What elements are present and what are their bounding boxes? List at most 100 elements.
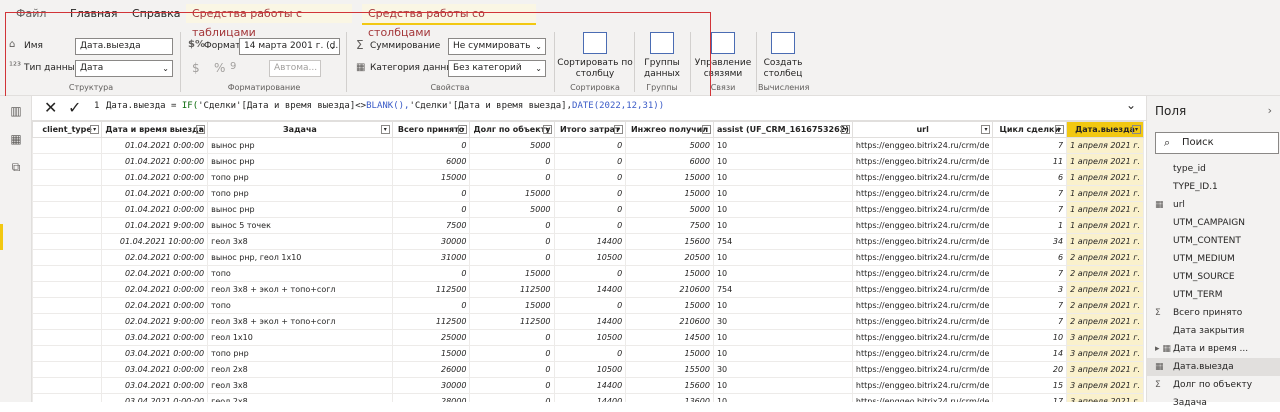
- table-cell: 10: [712, 377, 853, 394]
- table-cell: 1 апреля 2021 г.: [1066, 201, 1144, 218]
- table-row[interactable]: 01.04.2021 9:00:00 вынос 5 точек 7500 0 0 750…: [32, 217, 1144, 234]
- column-header[interactable]: Дата и время выезда ▾: [101, 121, 209, 138]
- table-body: 01.04.2021 0:00:00 вынос рнр 0 5000 0 5000 10 h…: [32, 137, 1144, 402]
- field-item-label: UTM_TERM: [1173, 290, 1223, 300]
- field-item[interactable]: ▸ ▦ Дата и время ...: [1147, 340, 1280, 358]
- column-header[interactable]: url ▾: [851, 121, 994, 138]
- table-row[interactable]: 01.04.2021 0:00:00 вынос рнр 6000 0 0 6000 10 h…: [32, 153, 1144, 170]
- field-item[interactable]: type_id: [1147, 160, 1280, 178]
- field-item[interactable]: UTM_TERM: [1147, 286, 1280, 304]
- table-row[interactable]: 02.04.2021 0:00:00 вынос рнр, геол 1x10 31…: [32, 249, 1144, 266]
- expand-formula-icon[interactable]: ⌄: [1126, 98, 1136, 112]
- table-cell: топо: [207, 297, 393, 314]
- data-view-icon[interactable]: ▦: [8, 132, 24, 148]
- table-cell: геол 1x10: [207, 329, 393, 346]
- column-header[interactable]: Цикл сделки ▾: [992, 121, 1068, 138]
- column-header-label: Долг по объекту: [473, 125, 551, 134]
- field-item-label: TYPE_ID.1: [1173, 182, 1218, 192]
- table-cell: [32, 185, 103, 202]
- filter-dropdown-icon[interactable]: ▾: [981, 125, 991, 134]
- fields-search[interactable]: ⌕ Поиск: [1155, 132, 1279, 154]
- table-cell: 6000: [391, 153, 471, 170]
- filter-dropdown-icon[interactable]: ▾: [196, 125, 206, 134]
- table-row[interactable]: 01.04.2021 0:00:00 вынос рнр 0 5000 0 5000 10 h…: [32, 137, 1144, 154]
- filter-dropdown-icon[interactable]: ▾: [1055, 125, 1065, 134]
- model-view-icon[interactable]: ⧉: [8, 160, 24, 176]
- table-row[interactable]: 03.04.2021 0:00:00 геол 1x10 25000 0 10500 14…: [32, 329, 1144, 346]
- table-row[interactable]: 01.04.2021 0:00:00 топо рнр 0 15000 0 15000 10…: [32, 185, 1144, 202]
- table-cell: 0: [469, 217, 555, 234]
- table-cell: геол 3x8: [207, 377, 393, 394]
- table-cell: 6: [992, 169, 1068, 186]
- table-cell: 7: [992, 265, 1068, 282]
- table-row[interactable]: 01.04.2021 10:00:00 геол 3x8 30000 0 14400 15…: [32, 233, 1144, 250]
- table-row[interactable]: 03.04.2021 0:00:00 геол 3x8 30000 0 14400 156…: [32, 377, 1144, 394]
- table-cell: 0: [553, 345, 627, 362]
- table-cell: 10: [712, 329, 853, 346]
- column-header[interactable]: Дата.выезда ▾: [1066, 121, 1144, 138]
- table-row[interactable]: 01.04.2021 0:00:00 топо рнр 15000 0 0 15000 10…: [32, 169, 1144, 186]
- column-header-label: url: [916, 125, 929, 134]
- table-cell: 1 апреля 2021 г.: [1066, 153, 1144, 170]
- table-cell: [32, 393, 103, 402]
- table-cell: 5000: [625, 201, 714, 218]
- field-item[interactable]: TYPE_ID.1: [1147, 178, 1280, 196]
- table-cell: 10: [712, 153, 853, 170]
- column-header[interactable]: Долг по объекту ▾: [469, 121, 555, 138]
- table-cell: https://enggeo.bitrix24.ru/crm/de: [851, 169, 994, 186]
- table-row[interactable]: 02.04.2021 0:00:00 топо 0 15000 0 15000 10 http…: [32, 265, 1144, 282]
- table-cell: 10: [712, 393, 853, 402]
- column-header[interactable]: Инжгео получил ▾: [625, 121, 714, 138]
- table-row[interactable]: 02.04.2021 0:00:00 топо 0 15000 0 15000 10 http…: [32, 297, 1144, 314]
- filter-dropdown-icon[interactable]: ▾: [1132, 125, 1141, 134]
- formula-input[interactable]: Дата.выезда = IF('Сделки'[Дата и время в…: [106, 101, 664, 111]
- field-item[interactable]: UTM_CONTENT: [1147, 232, 1280, 250]
- table-cell: 3: [992, 281, 1068, 298]
- table-row[interactable]: 02.04.2021 0:00:00 геол 3x8 + экол + топо…: [32, 281, 1144, 298]
- table-cell: 10: [712, 169, 853, 186]
- table-cell: 5000: [469, 137, 555, 154]
- table-cell: [32, 153, 103, 170]
- field-item[interactable]: Σ Долг по объекту: [1147, 376, 1280, 394]
- table-cell: 7: [992, 297, 1068, 314]
- table-row[interactable]: 02.04.2021 9:00:00 геол 3x8 + экол + топо…: [32, 313, 1144, 330]
- field-item[interactable]: Σ Всего принято: [1147, 304, 1280, 322]
- field-item[interactable]: UTM_SOURCE: [1147, 268, 1280, 286]
- field-item[interactable]: ▦ Дата.выезда: [1147, 358, 1280, 376]
- table-row[interactable]: 01.04.2021 0:00:00 вынос рнр 0 5000 0 5000 10 h…: [32, 201, 1144, 218]
- filter-dropdown-icon[interactable]: ▾: [701, 125, 711, 134]
- filter-dropdown-icon[interactable]: ▾: [840, 125, 850, 134]
- field-item[interactable]: UTM_CAMPAIGN: [1147, 214, 1280, 232]
- table-cell: 0: [553, 201, 627, 218]
- filter-dropdown-icon[interactable]: ▾: [458, 125, 468, 134]
- collapse-pane-icon[interactable]: ›: [1268, 104, 1272, 117]
- field-item[interactable]: ▦ url: [1147, 196, 1280, 214]
- column-header[interactable]: Задача ▾: [207, 121, 393, 138]
- table-cell: https://enggeo.bitrix24.ru/crm/de: [851, 393, 994, 402]
- table-cell: 1: [992, 217, 1068, 234]
- cancel-formula-icon[interactable]: ✕: [44, 98, 57, 117]
- table-cell: 03.04.2021 0:00:00: [101, 377, 209, 394]
- filter-dropdown-icon[interactable]: ▾: [90, 125, 100, 134]
- table-cell: 0: [391, 185, 471, 202]
- report-view-icon[interactable]: ▥: [8, 104, 24, 120]
- column-header[interactable]: Всего принято ▾: [391, 121, 471, 138]
- filter-dropdown-icon[interactable]: ▾: [380, 125, 390, 134]
- table-cell: 01.04.2021 0:00:00: [101, 153, 209, 170]
- field-item-label: UTM_MEDIUM: [1173, 254, 1235, 264]
- filter-dropdown-icon[interactable]: ▾: [614, 125, 624, 134]
- table-row[interactable]: 03.04.2021 0:00:00 геол 2x8 28000 0 14400 136…: [32, 393, 1144, 402]
- column-header[interactable]: Итого затрат ▾: [553, 121, 627, 138]
- field-item[interactable]: UTM_MEDIUM: [1147, 250, 1280, 268]
- filter-dropdown-icon[interactable]: ▾: [542, 125, 552, 134]
- field-item[interactable]: Задача: [1147, 394, 1280, 412]
- new-column-button[interactable]: Создать столбец: [758, 32, 808, 80]
- commit-formula-icon[interactable]: ✓: [68, 98, 81, 117]
- table-cell: 03.04.2021 0:00:00: [101, 361, 209, 378]
- table-row[interactable]: 03.04.2021 0:00:00 геол 2x8 26000 0 10500 155…: [32, 361, 1144, 378]
- field-item[interactable]: Дата закрытия: [1147, 322, 1280, 340]
- column-header[interactable]: client_type ▾: [32, 121, 103, 138]
- table-row[interactable]: 03.04.2021 0:00:00 топо рнр 15000 0 0 15000 10…: [32, 345, 1144, 362]
- field-item-label: Дата закрытия: [1173, 326, 1245, 336]
- column-header[interactable]: assist (UF_CRM_1616753262) ▾: [712, 121, 853, 138]
